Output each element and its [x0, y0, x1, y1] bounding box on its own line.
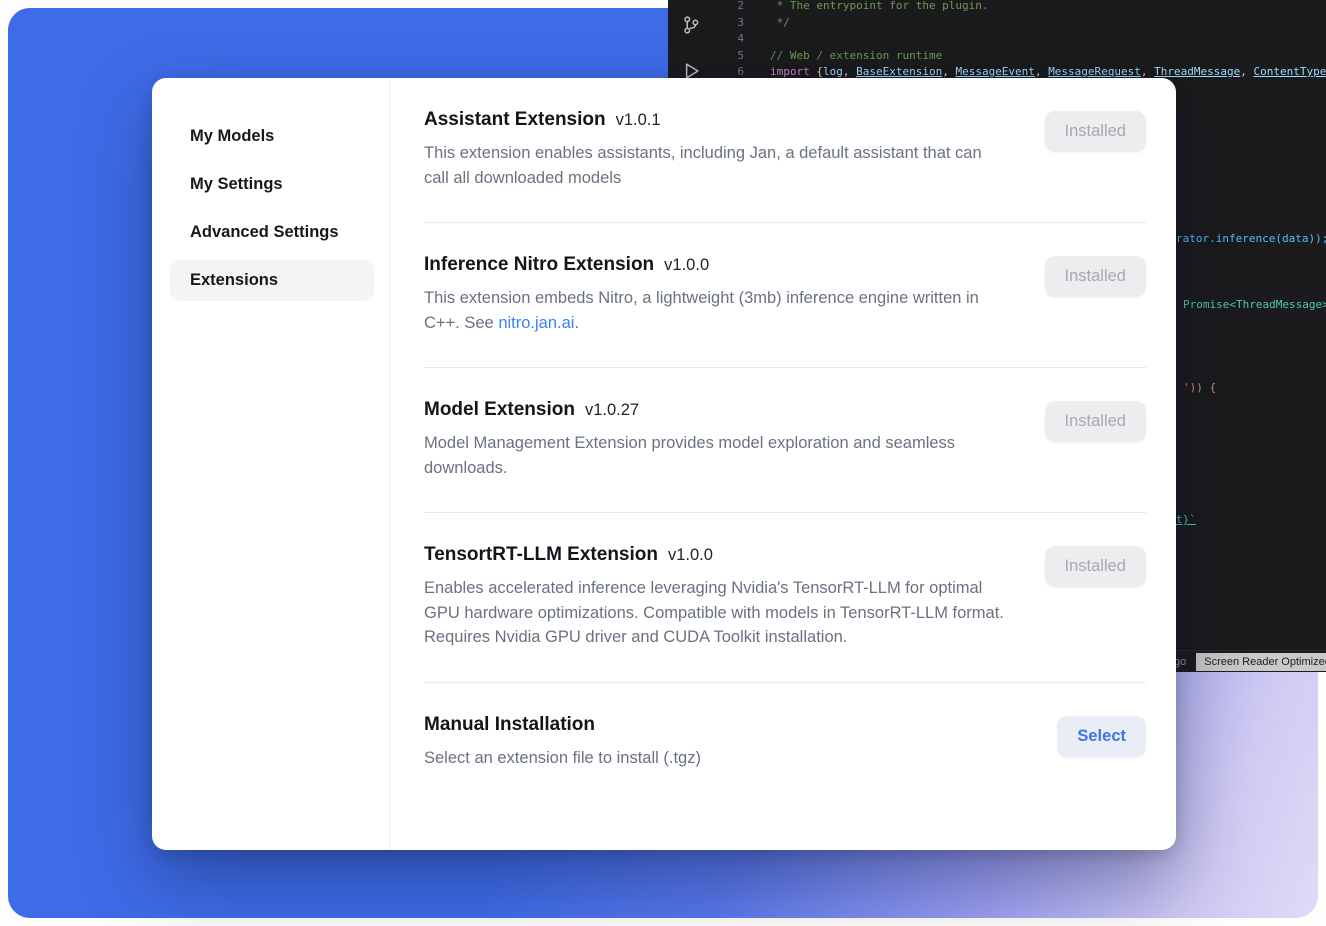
nitro-jan-ai-link[interactable]: nitro.jan.ai	[498, 314, 574, 332]
desktop-background: 2 * The entrypoint for the plugin.3 */4 …	[0, 0, 1326, 926]
manual-installation-description: Select an extension file to install (.tg…	[424, 746, 701, 771]
code-fragment: rator.inference(data));	[1176, 231, 1326, 248]
extension-info: Inference Nitro Extension v1.0.0 This ex…	[424, 254, 1009, 335]
section-name: Manual Installation	[424, 714, 595, 736]
select-file-button[interactable]: Select	[1057, 716, 1146, 757]
extension-version: v1.0.1	[616, 111, 661, 130]
code-fragment: ')) {	[1183, 380, 1216, 397]
extension-info: TensortRT-LLM Extension v1.0.0 Enables a…	[424, 544, 1009, 650]
extension-row-tensorrt-llm: TensortRT-LLM Extension v1.0.0 Enables a…	[424, 513, 1146, 683]
extension-name: Inference Nitro Extension	[424, 254, 654, 276]
extension-description: Model Management Extension provides mode…	[424, 431, 1009, 480]
extensions-panel: Assistant Extension v1.0.1 This extensio…	[390, 78, 1176, 850]
code-fragment: Promise<ThreadMessage>	[1183, 297, 1326, 314]
settings-modal: My Models My Settings Advanced Settings …	[152, 78, 1176, 850]
screen-reader-optimized-badge[interactable]: Screen Reader Optimized	[1196, 653, 1326, 671]
sidebar-item-extensions[interactable]: Extensions	[170, 260, 374, 301]
extension-title: TensortRT-LLM Extension v1.0.0	[424, 544, 1009, 566]
extension-version: v1.0.27	[585, 401, 639, 420]
sidebar-item-my-settings[interactable]: My Settings	[170, 164, 374, 205]
extension-name: TensortRT-LLM Extension	[424, 544, 658, 566]
extension-info: Model Extension v1.0.27 Model Management…	[424, 399, 1009, 480]
settings-sidebar: My Models My Settings Advanced Settings …	[152, 78, 390, 850]
description-text: .	[574, 314, 579, 332]
installed-button[interactable]: Installed	[1045, 546, 1146, 587]
installed-button[interactable]: Installed	[1045, 256, 1146, 297]
extension-row-model: Model Extension v1.0.27 Model Management…	[424, 368, 1146, 513]
extension-description: This extension enables assistants, inclu…	[424, 141, 1009, 190]
extension-description: Enables accelerated inference leveraging…	[424, 576, 1009, 650]
extension-info: Assistant Extension v1.0.1 This extensio…	[424, 109, 1009, 190]
manual-installation-row: Manual Installation Select an extension …	[424, 683, 1146, 803]
extension-title: Assistant Extension v1.0.1	[424, 109, 1009, 131]
extension-title: Inference Nitro Extension v1.0.0	[424, 254, 1009, 276]
extension-name: Assistant Extension	[424, 109, 606, 131]
code-fragment: t}`	[1176, 512, 1196, 529]
extension-description: This extension embeds Nitro, a lightweig…	[424, 286, 1009, 335]
extension-row-assistant: Assistant Extension v1.0.1 This extensio…	[424, 78, 1146, 223]
sidebar-item-advanced-settings[interactable]: Advanced Settings	[170, 212, 374, 253]
installed-button[interactable]: Installed	[1045, 401, 1146, 442]
manual-installation-title: Manual Installation	[424, 714, 701, 736]
sidebar-item-my-models[interactable]: My Models	[170, 116, 374, 157]
extension-version: v1.0.0	[664, 256, 709, 275]
extension-name: Model Extension	[424, 399, 575, 421]
extension-version: v1.0.0	[668, 546, 713, 565]
extension-title: Model Extension v1.0.27	[424, 399, 1009, 421]
extension-row-inference-nitro: Inference Nitro Extension v1.0.0 This ex…	[424, 223, 1146, 368]
manual-installation-info: Manual Installation Select an extension …	[424, 714, 701, 771]
installed-button[interactable]: Installed	[1045, 111, 1146, 152]
